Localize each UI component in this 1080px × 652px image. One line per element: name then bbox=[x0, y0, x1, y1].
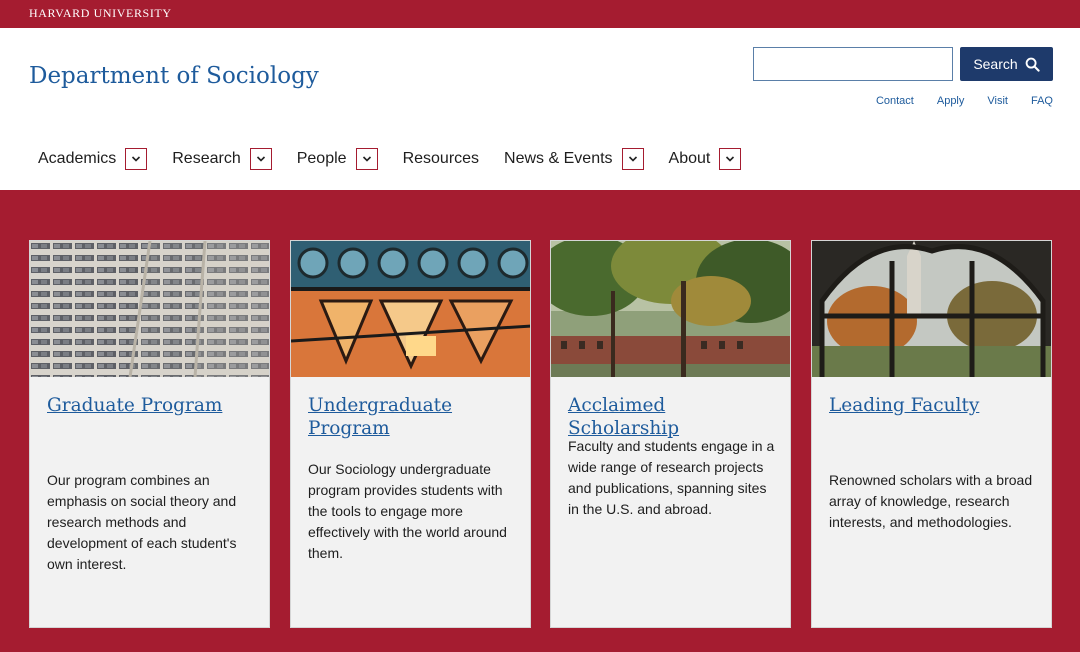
card-image-arched-window[interactable] bbox=[812, 241, 1051, 377]
news-events-dropdown-toggle[interactable] bbox=[621, 148, 644, 170]
chevron-down-icon bbox=[628, 156, 637, 162]
card-image-stained-glass[interactable] bbox=[291, 241, 530, 377]
main-nav: Academics Research People Resources News… bbox=[38, 148, 766, 170]
card-description: Renowned scholars with a broad array of … bbox=[829, 472, 1033, 530]
nav-research-link[interactable]: Research bbox=[172, 150, 240, 168]
card-title-link[interactable]: Acclaimed Scholarship bbox=[568, 394, 778, 440]
nav-item-about: About bbox=[669, 148, 742, 170]
university-bar: HARVARD UNIVERSITY bbox=[0, 0, 1080, 28]
card-title-link[interactable]: Graduate Program bbox=[47, 394, 257, 417]
nav-people-link[interactable]: People bbox=[297, 150, 347, 168]
chevron-down-icon bbox=[132, 156, 141, 162]
about-dropdown-toggle[interactable] bbox=[719, 148, 742, 170]
card-acclaimed-scholarship: Acclaimed Scholarship Faculty and studen… bbox=[550, 240, 791, 628]
search-icon bbox=[1025, 57, 1040, 72]
search-button-label: Search bbox=[973, 56, 1018, 72]
campus-trees-image bbox=[551, 241, 790, 377]
card-image-building[interactable] bbox=[30, 241, 269, 377]
contact-link[interactable]: Contact bbox=[876, 95, 914, 107]
card-description: Faculty and students engage in a wide ra… bbox=[568, 438, 775, 517]
department-title[interactable]: Department of Sociology bbox=[29, 63, 319, 89]
chevron-down-icon bbox=[256, 156, 265, 162]
nav-news-events-link[interactable]: News & Events bbox=[504, 150, 612, 168]
card-description: Our Sociology undergraduate program prov… bbox=[308, 461, 507, 561]
card-leading-faculty: Leading Faculty Renowned scholars with a… bbox=[811, 240, 1052, 628]
university-name[interactable]: HARVARD UNIVERSITY bbox=[29, 6, 172, 21]
nav-item-people: People bbox=[297, 148, 378, 170]
building-image bbox=[30, 241, 269, 377]
card-graduate-program: Graduate Program Our program combines an… bbox=[29, 240, 270, 628]
search-input[interactable] bbox=[753, 47, 953, 81]
card-title-link[interactable]: Undergraduate Program bbox=[308, 394, 518, 440]
academics-dropdown-toggle[interactable] bbox=[125, 148, 148, 170]
faq-link[interactable]: FAQ bbox=[1031, 95, 1053, 107]
card-image-campus-trees[interactable] bbox=[551, 241, 790, 377]
people-dropdown-toggle[interactable] bbox=[355, 148, 378, 170]
chevron-down-icon bbox=[726, 156, 735, 162]
research-dropdown-toggle[interactable] bbox=[249, 148, 272, 170]
utility-links: Contact Apply Visit FAQ bbox=[876, 95, 1053, 107]
card-title-link[interactable]: Leading Faculty bbox=[829, 394, 1039, 417]
site-header: Department of Sociology Search Contact A… bbox=[0, 28, 1080, 190]
nav-item-resources: Resources bbox=[403, 150, 479, 168]
nav-academics-link[interactable]: Academics bbox=[38, 150, 116, 168]
visit-link[interactable]: Visit bbox=[987, 95, 1008, 107]
nav-resources-link[interactable]: Resources bbox=[403, 150, 479, 168]
nav-item-research: Research bbox=[172, 148, 272, 170]
card-description: Our program combines an emphasis on soci… bbox=[47, 472, 237, 572]
card-undergraduate-program: Undergraduate Program Our Sociology unde… bbox=[290, 240, 531, 628]
nav-about-link[interactable]: About bbox=[669, 150, 711, 168]
arched-window-image bbox=[812, 241, 1051, 377]
apply-link[interactable]: Apply bbox=[937, 95, 965, 107]
chevron-down-icon bbox=[362, 156, 371, 162]
nav-item-news-events: News & Events bbox=[504, 148, 644, 170]
search-button[interactable]: Search bbox=[960, 47, 1053, 81]
nav-item-academics: Academics bbox=[38, 148, 148, 170]
stained-glass-image bbox=[291, 241, 530, 377]
